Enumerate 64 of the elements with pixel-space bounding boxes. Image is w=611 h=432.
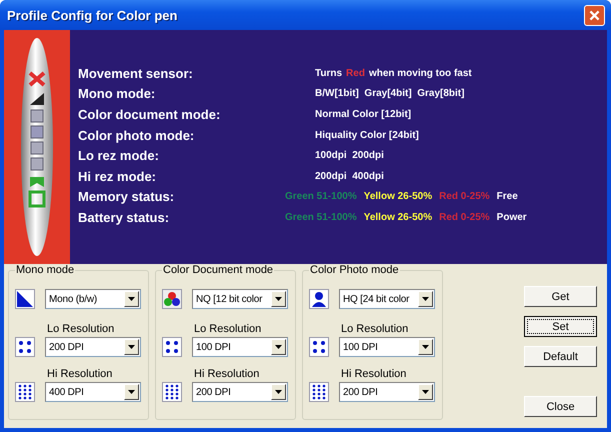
caret-icon: [275, 390, 282, 394]
dropdown[interactable]: 200 DPI: [192, 382, 288, 402]
legend-text: Green 51-100%: [285, 191, 357, 202]
field-label: Hi Resolution: [47, 368, 114, 380]
field-label: Mono mode:: [78, 86, 156, 102]
field-description: B/W[1bit] Gray[4bit] Gray[8bit]: [315, 88, 464, 100]
field-label: Memory status:: [78, 189, 176, 204]
group-title: Mono mode: [15, 264, 76, 276]
push-button[interactable]: Get: [524, 286, 597, 307]
dropdown[interactable]: NQ [12 bit color: [192, 289, 288, 309]
dot-grid-icon: [15, 382, 35, 402]
field-label: Movement sensor:: [78, 66, 194, 81]
legend-text: Yellow 26-50%: [364, 191, 432, 202]
field-label: Lo Resolution: [341, 323, 410, 335]
field-label: Lo Resolution: [194, 323, 262, 335]
caret-icon: [422, 297, 429, 301]
push-button[interactable]: Close: [524, 396, 597, 417]
caret-icon: [422, 390, 429, 394]
push-button[interactable]: Set: [524, 316, 597, 337]
field-description: 100dpi 200dpi: [315, 150, 384, 162]
field-label: Battery status:: [78, 210, 170, 225]
caret-icon: [128, 297, 135, 301]
field-description: Normal Color [12bit]: [315, 108, 412, 120]
dropdown[interactable]: 100 DPI: [339, 337, 435, 357]
legend-text: Red 0-25%: [439, 212, 490, 223]
dropdown[interactable]: 200 DPI: [339, 382, 435, 402]
push-button[interactable]: Default: [524, 346, 597, 367]
caret-icon: [128, 345, 135, 349]
field-label: Color photo mode:: [78, 128, 196, 143]
legend-text: Red 0-25%: [439, 191, 490, 202]
triangle-icon: [15, 289, 35, 309]
four-dots-icon: [15, 337, 35, 357]
dot-grid-icon: [309, 382, 329, 402]
group-title: Color Document mode: [162, 264, 274, 276]
caret-icon: [275, 297, 282, 301]
field-description: Hiquality Color [24bit]: [315, 130, 419, 141]
field-description: 200dpi 400dpi: [315, 170, 384, 182]
caret-icon: [275, 345, 282, 349]
field-description: Turns Red when moving too fast: [315, 68, 472, 79]
field-label: Hi Resolution: [194, 368, 260, 380]
window-title: Profile Config for Color pen: [7, 8, 178, 22]
group-title: Color Photo mode: [309, 264, 400, 276]
legend-text: Free: [496, 191, 518, 202]
legend-text: Power: [496, 212, 527, 223]
field-label: Hi Resolution: [341, 368, 408, 380]
dropdown[interactable]: Mono (b/w): [45, 289, 141, 309]
field-label: Lo Resolution: [47, 323, 116, 335]
caret-icon: [128, 390, 135, 394]
color-circles-icon: [162, 289, 182, 309]
legend-text: Green 51-100%: [285, 212, 357, 223]
four-dots-icon: [162, 337, 182, 357]
close-button[interactable]: [584, 4, 605, 26]
field-label: Color document mode:: [78, 106, 222, 122]
dropdown[interactable]: 200 DPI: [45, 337, 141, 357]
four-dots-icon: [309, 337, 329, 357]
dropdown[interactable]: 100 DPI: [192, 337, 288, 357]
field-label: Lo rez mode:: [78, 148, 160, 164]
dropdown[interactable]: HQ [24 bit color: [339, 289, 435, 309]
dot-grid-icon: [162, 382, 182, 402]
dropdown[interactable]: 400 DPI: [45, 382, 141, 402]
field-label: Hi rez mode:: [78, 168, 158, 184]
person-icon: [309, 289, 329, 309]
legend-text: Yellow 26-50%: [364, 212, 432, 223]
caret-icon: [422, 345, 429, 349]
